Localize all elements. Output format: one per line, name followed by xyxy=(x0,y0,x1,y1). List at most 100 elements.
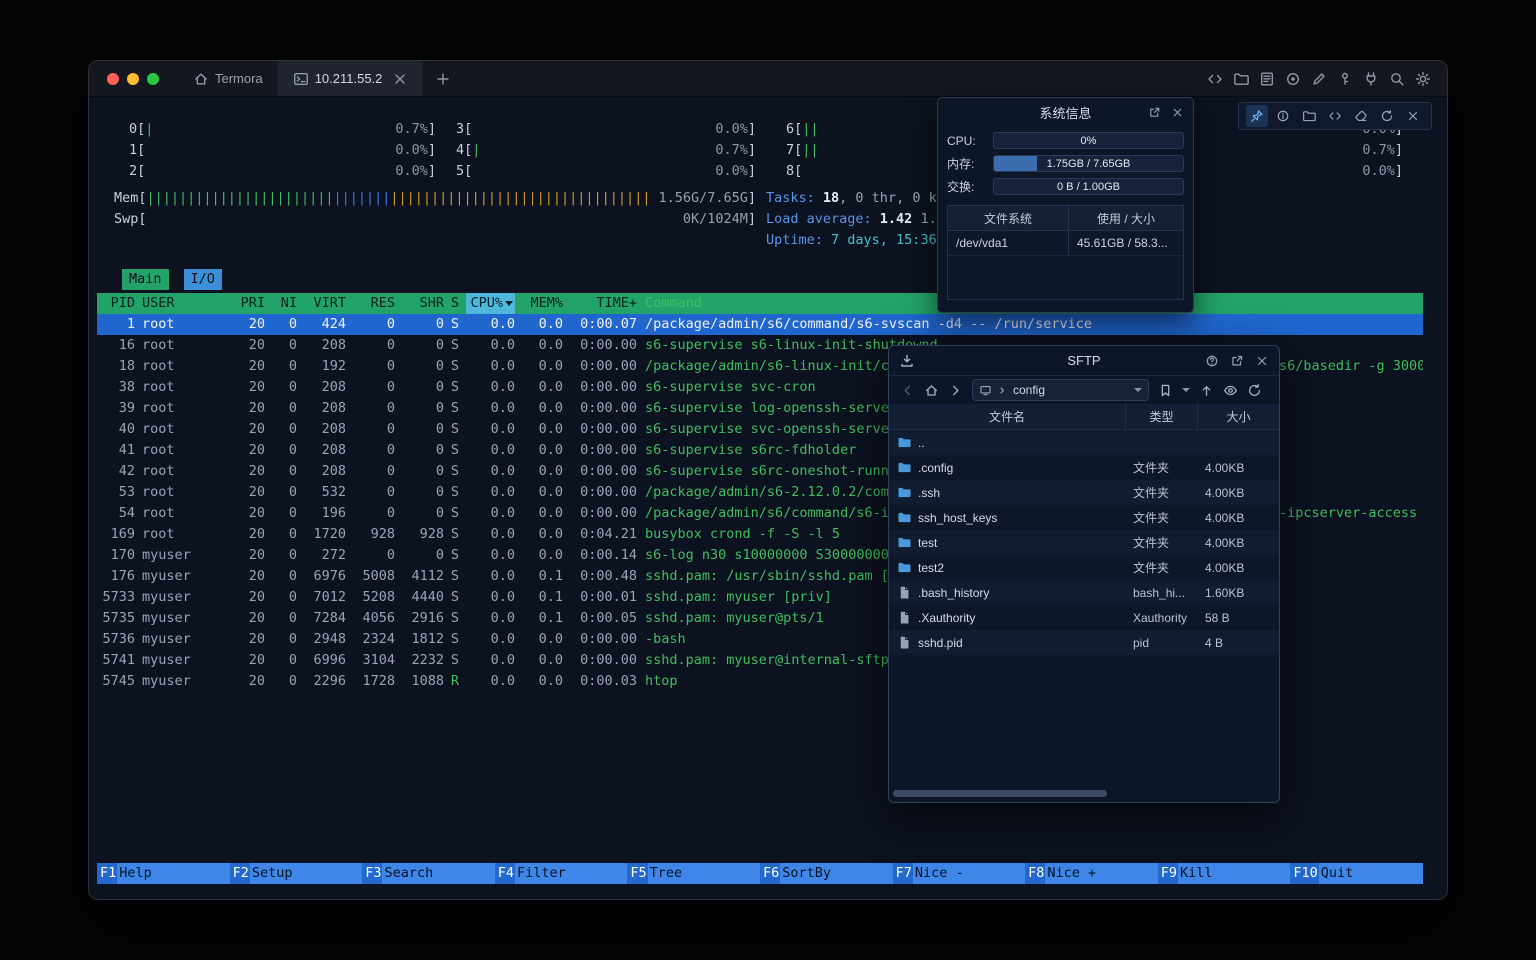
folder-icon[interactable] xyxy=(1233,71,1249,87)
fkey-f10[interactable]: F10Quit xyxy=(1290,863,1423,884)
zoom-window-button[interactable] xyxy=(147,73,159,85)
cpu-meter-3: 3[0.0%] xyxy=(456,119,756,140)
up-icon[interactable] xyxy=(1199,383,1214,398)
fs-column-header: 文件系统 xyxy=(948,206,1068,230)
sftp-horizontal-scrollbar[interactable] xyxy=(893,790,1107,797)
process-row-1[interactable]: 1root20042400S0.00.00:00.07/package/admi… xyxy=(97,314,1423,335)
cpu-meter-5: 5[0.0%] xyxy=(456,161,756,182)
edit-icon[interactable] xyxy=(1311,71,1327,87)
external-icon[interactable] xyxy=(1230,354,1244,368)
close-icon[interactable] xyxy=(1255,354,1269,368)
column-header-res[interactable]: RES xyxy=(346,293,395,314)
close-window-button[interactable] xyxy=(107,73,119,85)
sftp-file-row-sshd.pid[interactable]: sshd.pidpid4 B xyxy=(889,630,1279,655)
swap-meter: Swp[0K/1024M] xyxy=(114,209,756,230)
tab-10-211-55-2[interactable]: 10.211.55.2 xyxy=(278,61,424,96)
filesystem-table-body: /dev/vda145.61GB / 58.3... xyxy=(948,231,1183,256)
column-header-shr[interactable]: SHR xyxy=(395,293,444,314)
sftp-column-header-size[interactable]: 大小 xyxy=(1197,404,1279,429)
side-toolbar-close-icon[interactable] xyxy=(1402,105,1424,127)
file-type: 文件夹 xyxy=(1125,459,1197,476)
sftp-file-row-..[interactable]: .. xyxy=(889,430,1279,455)
sftp-column-header-name[interactable]: 文件名 xyxy=(889,404,1125,429)
chevron-right-icon xyxy=(996,384,1009,397)
sysinfo-meter-label: CPU: xyxy=(947,134,987,148)
caret-down-icon[interactable] xyxy=(1182,388,1190,392)
file-size: 58 B xyxy=(1197,611,1279,625)
side-toolbar-info-icon[interactable] xyxy=(1272,105,1294,127)
refresh-icon[interactable] xyxy=(1247,383,1262,398)
sysinfo-meter-bar: 0 B / 1.00GB xyxy=(993,178,1184,195)
sftp-file-row-test2[interactable]: test2文件夹4.00KB xyxy=(889,555,1279,580)
file-type: 文件夹 xyxy=(1125,509,1197,526)
external-icon[interactable] xyxy=(1148,106,1161,119)
fkey-f9[interactable]: F9Kill xyxy=(1158,863,1291,884)
path-selector[interactable]: config xyxy=(972,379,1149,401)
bookmark-icon[interactable] xyxy=(1158,383,1173,398)
column-header-user[interactable]: USER xyxy=(135,293,235,314)
plug-icon[interactable] xyxy=(1363,71,1379,87)
plus-icon xyxy=(435,71,451,87)
system-info-title: 系统信息 xyxy=(938,98,1193,126)
column-header-cpu[interactable]: CPU% xyxy=(466,293,515,314)
fs-row[interactable]: /dev/vda145.61GB / 58.3... xyxy=(948,231,1183,256)
sftp-file-row-.ssh[interactable]: .ssh文件夹4.00KB xyxy=(889,480,1279,505)
htop-tab-i-o[interactable]: I/O xyxy=(184,269,222,290)
desktop: { "window": { "traffic_lights": ["close"… xyxy=(0,0,1536,960)
fkey-f5[interactable]: F5Tree xyxy=(627,863,760,884)
column-header-ni[interactable]: NI xyxy=(265,293,297,314)
new-tab-button[interactable] xyxy=(423,61,463,96)
fkey-f7[interactable]: F7Nice - xyxy=(893,863,1026,884)
help-icon[interactable] xyxy=(1205,354,1219,368)
key-icon[interactable] xyxy=(1337,71,1353,87)
close-icon[interactable] xyxy=(392,71,408,87)
column-header-virt[interactable]: VIRT xyxy=(297,293,346,314)
file-name: .bash_history xyxy=(889,585,1125,600)
sysinfo-meter-value: 0% xyxy=(994,133,1183,148)
fkey-f3[interactable]: F3Search xyxy=(362,863,495,884)
forward-icon[interactable] xyxy=(948,383,963,398)
side-toolbar-code-icon[interactable] xyxy=(1324,105,1346,127)
tab-termora[interactable]: Termora xyxy=(179,61,278,96)
record-icon[interactable] xyxy=(1285,71,1301,87)
htop-tab-main[interactable]: Main xyxy=(122,269,169,290)
fkey-f8[interactable]: F8Nice + xyxy=(1025,863,1158,884)
sftp-file-row-test[interactable]: test文件夹4.00KB xyxy=(889,530,1279,555)
sftp-file-row-.config[interactable]: .config文件夹4.00KB xyxy=(889,455,1279,480)
swap-meter-line: Swp[0K/1024M]Load average: 1.42 1.32 1.2… xyxy=(97,209,1441,230)
home-icon[interactable] xyxy=(924,383,939,398)
sftp-file-row-.bash_history[interactable]: .bash_historybash_hi...1.60KB xyxy=(889,580,1279,605)
traffic-lights xyxy=(89,61,179,96)
fkey-f2[interactable]: F2Setup xyxy=(230,863,363,884)
fkey-f4[interactable]: F4Filter xyxy=(495,863,628,884)
file-name: test xyxy=(889,535,1125,550)
file-size: 1.60KB xyxy=(1197,586,1279,600)
fkey-f6[interactable]: F6SortBy xyxy=(760,863,893,884)
column-header-pid[interactable]: PID xyxy=(97,293,135,314)
sftp-column-header-type[interactable]: 类型 xyxy=(1125,404,1197,429)
sftp-file-row-.Xauthority[interactable]: .XauthorityXauthority58 B xyxy=(889,605,1279,630)
code-icon[interactable] xyxy=(1207,71,1223,87)
fkey-f1[interactable]: F1Help xyxy=(97,863,230,884)
side-toolbar-eraser-icon[interactable] xyxy=(1350,105,1372,127)
settings-icon[interactable] xyxy=(1415,71,1431,87)
side-toolbar-pin-icon[interactable] xyxy=(1246,105,1268,127)
fs-column-header: 使用 / 大小 xyxy=(1068,206,1183,230)
sysinfo-meter-label: 交换: xyxy=(947,178,987,195)
sysinfo-meter-1: 内存:1.75GB / 7.65GB xyxy=(938,155,1193,172)
log-icon[interactable] xyxy=(1259,71,1275,87)
column-header-s[interactable]: S xyxy=(444,293,466,314)
close-icon[interactable] xyxy=(1171,106,1184,119)
sftp-file-row-ssh_host_keys[interactable]: ssh_host_keys文件夹4.00KB xyxy=(889,505,1279,530)
minimize-window-button[interactable] xyxy=(127,73,139,85)
tab-list: Termora10.211.55.2 xyxy=(179,61,423,96)
column-header-time[interactable]: TIME+ xyxy=(563,293,637,314)
column-header-pri[interactable]: PRI xyxy=(235,293,265,314)
eye-icon[interactable] xyxy=(1223,383,1238,398)
side-toolbar-folder-icon[interactable] xyxy=(1298,105,1320,127)
back-icon[interactable] xyxy=(900,383,915,398)
column-header-mem[interactable]: MEM% xyxy=(515,293,563,314)
sftp-file-list: ...config文件夹4.00KB.ssh文件夹4.00KBssh_host_… xyxy=(889,430,1279,655)
side-toolbar-refresh-icon[interactable] xyxy=(1376,105,1398,127)
search-icon[interactable] xyxy=(1389,71,1405,87)
